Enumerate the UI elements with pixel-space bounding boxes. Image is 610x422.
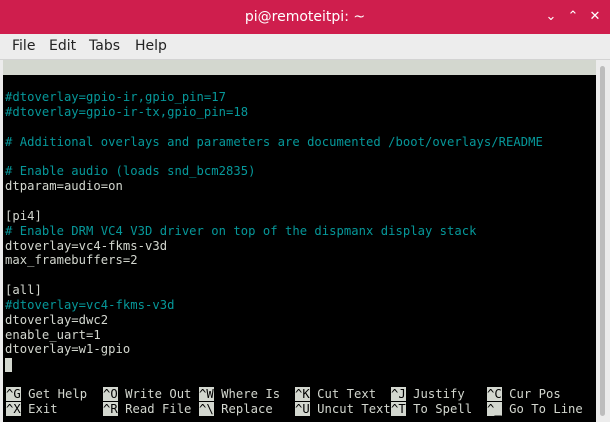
- editor-line: #dtoverlay=gpio-ir-tx,gpio_pin=18: [5, 104, 249, 119]
- shortcut-item: ^K Cut Text: [295, 387, 376, 402]
- window-title: pi@remoteitpi: ~: [244, 9, 366, 25]
- scrollbar-thumb[interactable]: [600, 66, 605, 416]
- shortcut-key: ^W: [199, 387, 214, 401]
- editor-line: dtoverlay=vc4-fkms-v3d: [5, 238, 168, 253]
- scrollbar[interactable]: [596, 60, 610, 422]
- shortcut-label: Cut Text: [309, 387, 377, 401]
- shortcut-key: ^C: [487, 387, 502, 401]
- terminal-area[interactable]: GNU nano 3.2 /boot/config.txt #dtoverlay…: [3, 60, 596, 422]
- editor-line: # Additional overlays and parameters are…: [5, 134, 543, 149]
- close-icon[interactable]: ✕: [585, 7, 605, 27]
- editor-line: enable_uart=1: [5, 327, 101, 342]
- shortcut-label: Read File: [117, 402, 192, 416]
- shortcut-key: ^J: [391, 387, 406, 401]
- shortcut-label: Cur Pos: [501, 387, 561, 401]
- nano-filename: /boot/config.txt: [258, 90, 376, 104]
- shortcut-label: Where Is: [213, 387, 281, 401]
- menu-edit[interactable]: Edit: [49, 38, 76, 54]
- editor-line: #dtoverlay=vc4-fkms-v3d: [5, 297, 175, 312]
- menu-help[interactable]: Help: [135, 38, 167, 54]
- shortcut-item: ^R Read File: [103, 402, 191, 417]
- menu-file[interactable]: File: [12, 38, 35, 54]
- maximize-icon[interactable]: ⌃: [563, 7, 583, 27]
- editor-line: dtparam=audio=on: [5, 179, 123, 194]
- shortcut-item: ^\ Replace: [199, 402, 273, 417]
- shortcut-label: Uncut Text: [309, 402, 391, 416]
- editor-line: # Enable audio (loads snd_bcm2835): [5, 164, 256, 179]
- editor-line: dtoverlay=dwc2: [5, 312, 109, 327]
- editor-line: dtoverlay=w1-gpio: [5, 342, 131, 357]
- shortcut-label: Get Help: [20, 387, 88, 401]
- minimize-icon[interactable]: ⌄: [541, 7, 561, 27]
- shortcut-item: ^G Get Help: [6, 387, 87, 402]
- shortcut-key: ^G: [6, 387, 21, 401]
- shortcut-label: To Spell: [405, 402, 473, 416]
- terminal-window: pi@remoteitpi: ~ ⌄ ⌃ ✕ File Edit Tabs He…: [0, 0, 610, 422]
- shortcut-key: ^K: [295, 387, 310, 401]
- shortcut-item: ^T To Spell: [391, 402, 472, 417]
- editor-line: [all]: [5, 283, 42, 298]
- menu-tabs[interactable]: Tabs: [89, 38, 120, 54]
- nano-version: GNU nano 3.2: [11, 75, 100, 89]
- shortcut-key: ^_: [487, 402, 502, 416]
- shortcut-key: ^R: [103, 402, 118, 416]
- shortcut-item: ^W Where Is: [199, 387, 280, 402]
- editor-line: # Enable DRM VC4 V3D driver on top of th…: [5, 223, 477, 238]
- shortcut-label: Exit: [20, 402, 58, 416]
- shortcut-label: Write Out: [117, 387, 192, 401]
- shortcut-key: ^O: [103, 387, 118, 401]
- shortcut-item: ^U Uncut Text: [295, 402, 391, 417]
- shortcut-label: Replace: [213, 402, 273, 416]
- title-bar[interactable]: pi@remoteitpi: ~ ⌄ ⌃ ✕: [0, 0, 610, 34]
- shortcut-item: ^O Write Out: [103, 387, 191, 402]
- nano-header-bar: GNU nano 3.2 /boot/config.txt: [3, 60, 596, 104]
- shortcut-label: Justify: [405, 387, 465, 401]
- editor-line: [pi4]: [5, 208, 42, 223]
- text-cursor: [5, 358, 12, 372]
- shortcut-label: Go To Line: [501, 402, 583, 416]
- shortcut-key: ^X: [6, 402, 21, 416]
- editor-line: max_framebuffers=2: [5, 253, 138, 268]
- menu-bar: File Edit Tabs Help: [0, 34, 610, 60]
- editor-line: #dtoverlay=gpio-ir,gpio_pin=17: [5, 90, 227, 104]
- shortcut-key: ^U: [295, 402, 310, 416]
- shortcut-key: ^T: [391, 402, 406, 416]
- shortcut-item: ^C Cur Pos: [487, 387, 561, 402]
- shortcut-item: ^J Justify: [391, 387, 465, 402]
- shortcut-key: ^\: [199, 402, 214, 416]
- shortcut-item: ^_ Go To Line: [487, 402, 583, 417]
- shortcut-item: ^X Exit: [6, 402, 58, 417]
